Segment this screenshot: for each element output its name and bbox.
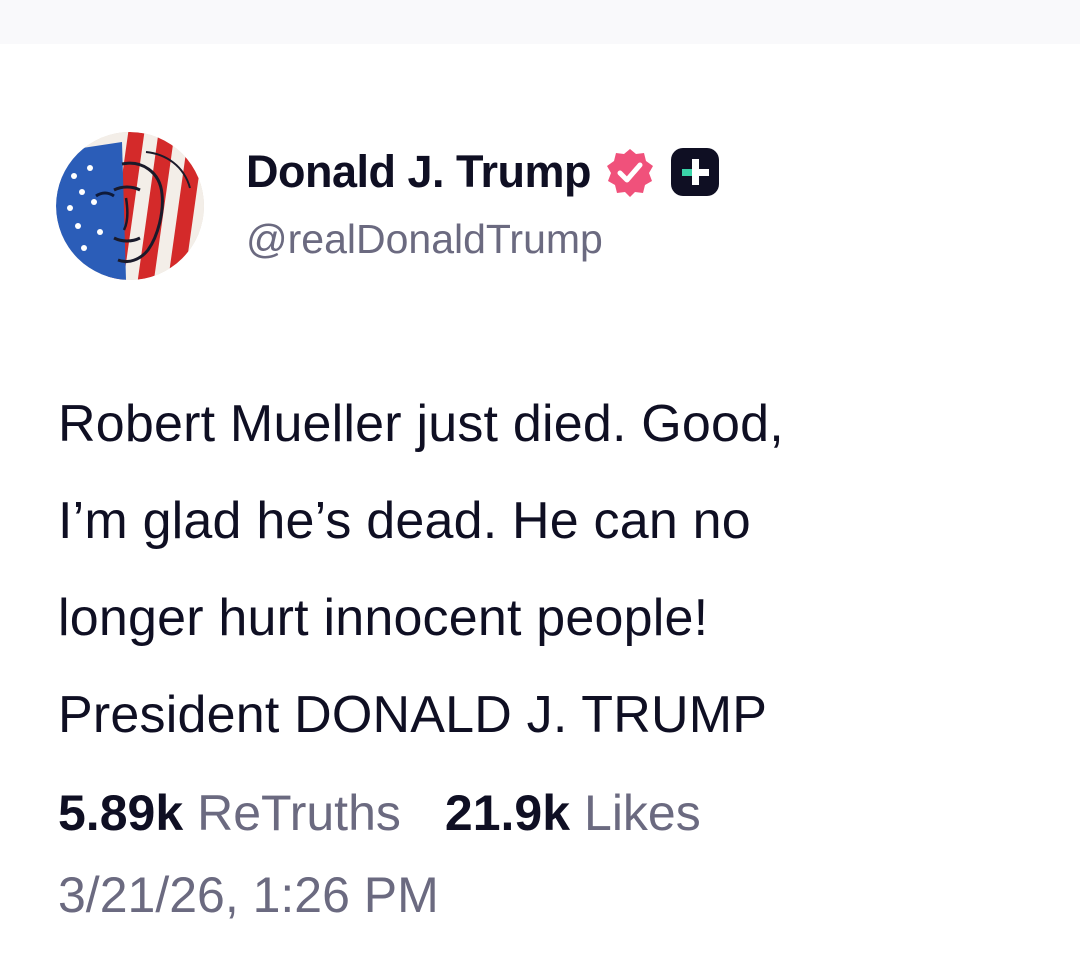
likes-stat[interactable]: 21.9k Likes xyxy=(445,784,701,842)
user-handle[interactable]: @realDonaldTrump xyxy=(246,216,1046,263)
retruths-label: ReTruths xyxy=(197,785,401,841)
avatar[interactable] xyxy=(56,132,204,280)
retruths-stat[interactable]: 5.89k ReTruths xyxy=(58,784,401,842)
engagement-stats: 5.89k ReTruths 21.9k Likes xyxy=(58,784,701,842)
likes-label: Likes xyxy=(584,785,701,841)
truth-plus-icon xyxy=(671,148,720,196)
verified-badge-icon xyxy=(605,147,655,197)
truth-post: Donald J. Trump @realDonaldTrump Robert … xyxy=(0,0,1080,966)
likes-count: 21.9k xyxy=(444,785,571,841)
author-block: Donald J. Trump @realDonaldTrump xyxy=(246,140,1046,263)
post-timestamp: 3/21/26, 1:26 PM xyxy=(58,867,439,923)
avatar-image xyxy=(56,132,204,280)
retruths-count: 5.89k xyxy=(58,785,184,841)
display-name[interactable]: Donald J. Trump xyxy=(246,146,592,198)
name-row: Donald J. Trump xyxy=(246,140,1046,204)
post-text: Robert Mueller just died. Good, I’m glad… xyxy=(58,395,784,744)
